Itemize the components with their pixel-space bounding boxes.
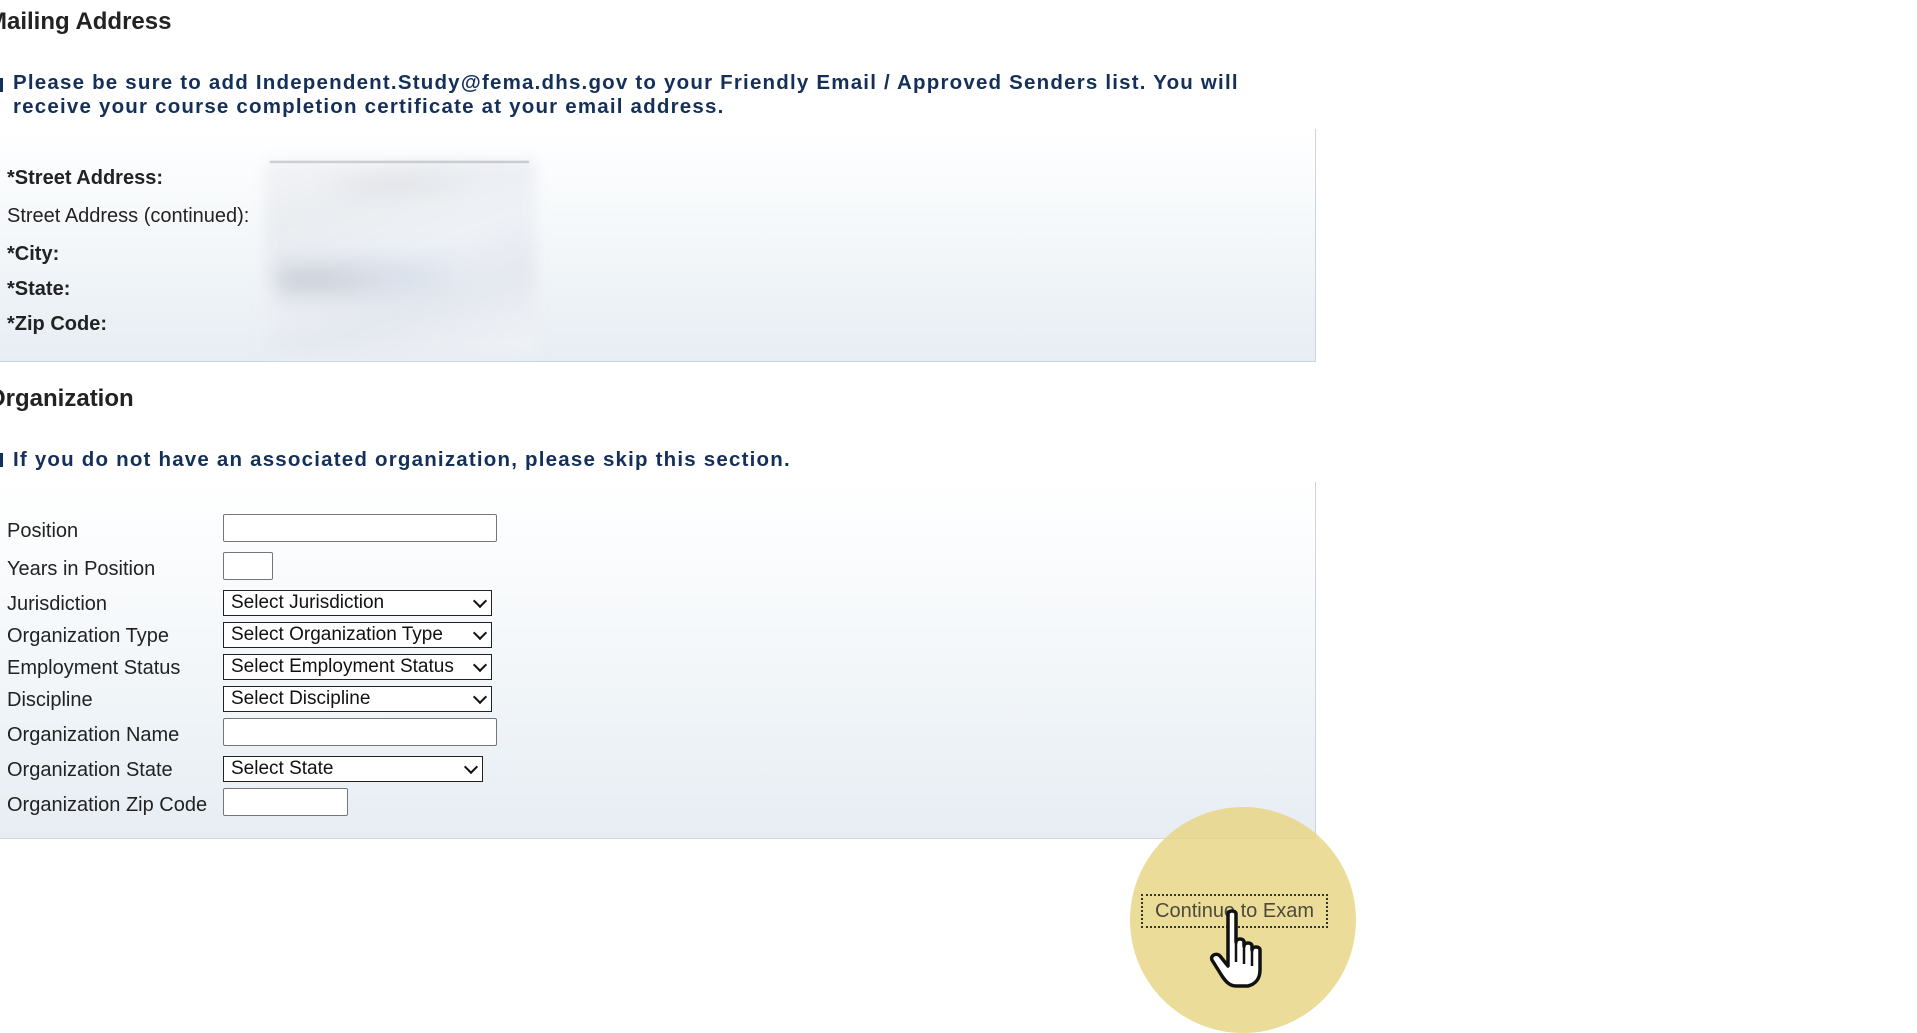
notice-marker bbox=[0, 453, 3, 467]
redacted-address-blur-inner bbox=[275, 250, 455, 310]
organization-name-input[interactable] bbox=[223, 718, 497, 746]
zip-code-label: *Zip Code: bbox=[7, 313, 107, 335]
chevron-down-icon bbox=[472, 593, 488, 609]
organization-heading: Organization bbox=[0, 385, 134, 412]
employment-status-select[interactable]: Select Employment Status bbox=[223, 654, 492, 680]
position-label: Position bbox=[7, 520, 79, 542]
discipline-select[interactable]: Select Discipline bbox=[223, 686, 492, 712]
organization-zip-code-input[interactable] bbox=[223, 788, 348, 816]
organization-panel: Position Years in Position Jurisdiction … bbox=[0, 482, 1316, 839]
state-label: *State: bbox=[7, 278, 71, 300]
discipline-select-value: Select Discipline bbox=[231, 688, 371, 709]
redacted-address-blur-top bbox=[320, 170, 470, 200]
chevron-down-icon bbox=[463, 759, 479, 775]
employment-status-select-value: Select Employment Status bbox=[231, 656, 454, 677]
organization-state-select-value: Select State bbox=[231, 758, 334, 779]
organization-type-select-value: Select Organization Type bbox=[231, 624, 443, 645]
organization-state-label: Organization State bbox=[7, 759, 173, 781]
position-input[interactable] bbox=[223, 514, 497, 542]
years-in-position-label: Years in Position bbox=[7, 558, 156, 580]
city-label: *City: bbox=[7, 243, 60, 265]
organization-type-select[interactable]: Select Organization Type bbox=[223, 622, 492, 648]
organization-name-label: Organization Name bbox=[7, 724, 180, 746]
street-address-label: *Street Address: bbox=[7, 167, 163, 189]
years-in-position-input[interactable] bbox=[223, 552, 273, 580]
chevron-down-icon bbox=[472, 625, 488, 641]
discipline-label: Discipline bbox=[7, 689, 93, 711]
mailing-address-panel: *Street Address: Street Address (continu… bbox=[0, 129, 1316, 362]
chevron-down-icon bbox=[472, 689, 488, 705]
jurisdiction-select[interactable]: Select Jurisdiction bbox=[223, 590, 492, 616]
organization-zip-code-label: Organization Zip Code bbox=[7, 794, 208, 816]
notice-marker bbox=[0, 78, 3, 92]
organization-state-select[interactable]: Select State bbox=[223, 756, 483, 782]
employment-status-label: Employment Status bbox=[7, 657, 181, 679]
mailing-address-heading: Mailing Address bbox=[0, 8, 172, 35]
organization-notice: If you do not have an associated organiz… bbox=[13, 448, 791, 471]
hand-pointer-icon bbox=[1209, 909, 1262, 988]
street-address-continued-label: Street Address (continued): bbox=[7, 205, 250, 227]
mailing-notice: Please be sure to add Independent.Study@… bbox=[13, 71, 1239, 118]
jurisdiction-label: Jurisdiction bbox=[7, 593, 108, 615]
chevron-down-icon bbox=[472, 657, 488, 673]
page: Mailing Address Please be sure to add In… bbox=[0, 0, 1917, 1033]
jurisdiction-select-value: Select Jurisdiction bbox=[231, 592, 385, 613]
organization-type-label: Organization Type bbox=[7, 625, 169, 647]
